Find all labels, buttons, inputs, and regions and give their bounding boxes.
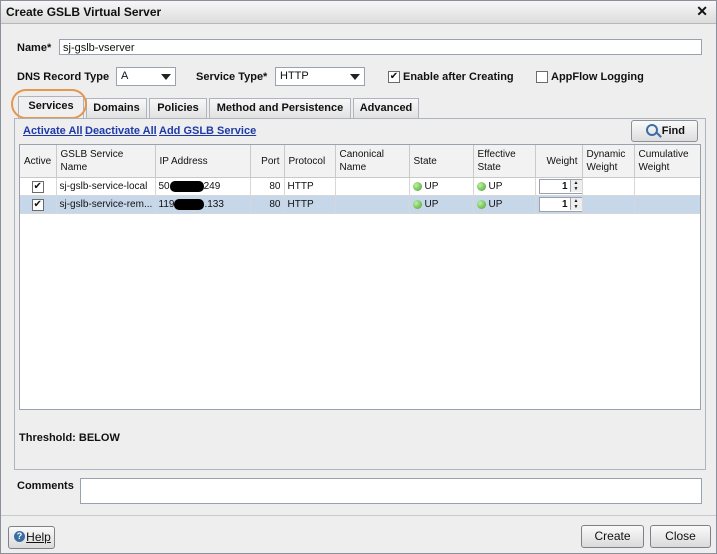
service-type-label: Service Type*: [196, 71, 268, 83]
close-icon[interactable]: ✕: [696, 3, 708, 20]
service-name-cell: sj-gslb-service-rem...: [56, 195, 156, 214]
services-table: Active GSLB Service Name IP Address Port…: [19, 144, 701, 410]
ip-suffix: 249: [203, 181, 221, 193]
weight-value: 1: [561, 199, 568, 210]
table-row[interactable]: ✔ sj-gslb-service-local 50 249 80 HTTP UP…: [20, 177, 700, 196]
service-type-select[interactable]: HTTP: [275, 67, 365, 86]
column-header-state[interactable]: State: [409, 145, 474, 178]
enable-after-creating-label: Enable after Creating: [403, 71, 514, 83]
port-cell: 80: [250, 195, 285, 214]
column-header-canonical-name[interactable]: Canonical Name: [335, 145, 410, 178]
appflow-logging-label: AppFlow Logging: [551, 71, 644, 83]
column-header-active[interactable]: Active: [20, 145, 57, 178]
dns-record-type-select[interactable]: A: [116, 67, 176, 86]
dns-record-type-value: A: [121, 70, 129, 82]
column-header-cumulative-weight[interactable]: Cumulative Weight: [634, 145, 700, 178]
port-cell: 80: [250, 177, 285, 196]
effective-state-text: UP: [488, 199, 503, 210]
column-header-port[interactable]: Port: [250, 145, 285, 178]
protocol-cell: HTTP: [284, 177, 336, 196]
service-type-value: HTTP: [280, 70, 309, 82]
ip-suffix: .133: [204, 199, 224, 211]
chevron-down-icon: [161, 74, 171, 80]
table-header-row: Active GSLB Service Name IP Address Port…: [20, 145, 700, 178]
spinner-down-icon[interactable]: ▼: [569, 204, 581, 210]
close-button[interactable]: Close: [650, 525, 711, 548]
canonical-name-cell: [335, 177, 410, 196]
effective-state-cell: UP: [473, 177, 536, 196]
comments-label: Comments: [17, 480, 74, 492]
enable-after-creating-checkbox[interactable]: ✔: [388, 71, 400, 83]
name-label: Name*: [17, 42, 52, 54]
cumulative-weight-cell: [634, 177, 700, 196]
find-button-label: Find: [661, 125, 685, 137]
effective-state-cell: UP: [473, 195, 536, 214]
deactivate-all-link[interactable]: Deactivate All: [85, 125, 157, 137]
column-header-protocol[interactable]: Protocol: [284, 145, 336, 178]
canonical-name-cell: [335, 195, 410, 214]
dialog-title: Create GSLB Virtual Server: [6, 5, 162, 19]
tab-domains[interactable]: Domains: [86, 98, 147, 118]
title-bar: Create GSLB Virtual Server ✕: [1, 1, 716, 24]
redaction-mark: [174, 198, 205, 210]
weight-value: 1: [561, 181, 568, 192]
help-icon: ?: [14, 531, 25, 542]
row-active-checkbox[interactable]: ✔: [31, 198, 44, 211]
cumulative-weight-cell: [634, 195, 700, 214]
search-icon: [646, 124, 658, 136]
column-header-weight[interactable]: Weight: [535, 145, 583, 178]
status-up-icon: [476, 199, 486, 209]
ip-address-cell: 50 249: [155, 177, 251, 196]
create-gslb-dialog: Create GSLB Virtual Server ✕ Name* sj-gs…: [0, 0, 717, 554]
column-header-dynamic-weight[interactable]: Dynamic Weight: [582, 145, 635, 178]
tab-policies[interactable]: Policies: [149, 98, 207, 118]
ip-prefix: 119: [158, 199, 175, 211]
spinner-down-icon[interactable]: ▼: [569, 186, 581, 192]
tab-advanced[interactable]: Advanced: [353, 98, 419, 118]
help-button[interactable]: ? Help: [8, 526, 55, 549]
column-header-service-name[interactable]: GSLB Service Name: [56, 145, 156, 178]
name-input[interactable]: sj-gslb-vserver: [59, 39, 702, 55]
state-cell: UP: [409, 177, 474, 196]
weight-cell: 1 ▲ ▼: [535, 195, 583, 214]
state-cell: UP: [409, 195, 474, 214]
column-header-ip-address[interactable]: IP Address: [155, 145, 251, 178]
redaction-mark: [169, 180, 204, 192]
add-gslb-service-link[interactable]: Add GSLB Service: [159, 125, 256, 137]
dns-record-type-label: DNS Record Type: [17, 71, 110, 83]
comments-textarea[interactable]: [80, 478, 702, 504]
appflow-logging-checkbox[interactable]: [536, 71, 548, 83]
weight-spinner[interactable]: 1 ▲ ▼: [538, 179, 581, 194]
footer-divider: [1, 515, 716, 516]
help-button-label: Help: [26, 530, 51, 544]
find-button[interactable]: Find: [631, 120, 698, 142]
weight-spinner[interactable]: 1 ▲ ▼: [538, 197, 581, 212]
dynamic-weight-cell: [582, 177, 635, 196]
table-row[interactable]: ✔ sj-gslb-service-rem... 119 .133 80 HTTP…: [20, 195, 700, 214]
row-active-checkbox[interactable]: ✔: [31, 180, 44, 193]
protocol-cell: HTTP: [284, 195, 336, 214]
ip-address-cell: 119 .133: [155, 195, 251, 214]
effective-state-text: UP: [488, 181, 503, 192]
column-header-effective-state[interactable]: Effective State: [473, 145, 536, 178]
state-text: UP: [424, 181, 439, 192]
chevron-down-icon: [350, 74, 360, 80]
create-button[interactable]: Create: [581, 525, 644, 548]
activate-all-link[interactable]: Activate All: [23, 125, 83, 137]
status-up-icon: [412, 199, 422, 209]
status-up-icon: [476, 181, 486, 191]
ip-prefix: 50: [158, 181, 170, 193]
service-name-cell: sj-gslb-service-local: [56, 177, 156, 196]
status-up-icon: [412, 181, 422, 191]
dynamic-weight-cell: [582, 195, 635, 214]
tab-highlight-annotation: [11, 89, 87, 119]
tab-method-and-persistence[interactable]: Method and Persistence: [209, 98, 351, 118]
threshold-text: Threshold: BELOW: [19, 432, 120, 444]
state-text: UP: [424, 199, 439, 210]
weight-cell: 1 ▲ ▼: [535, 177, 583, 196]
